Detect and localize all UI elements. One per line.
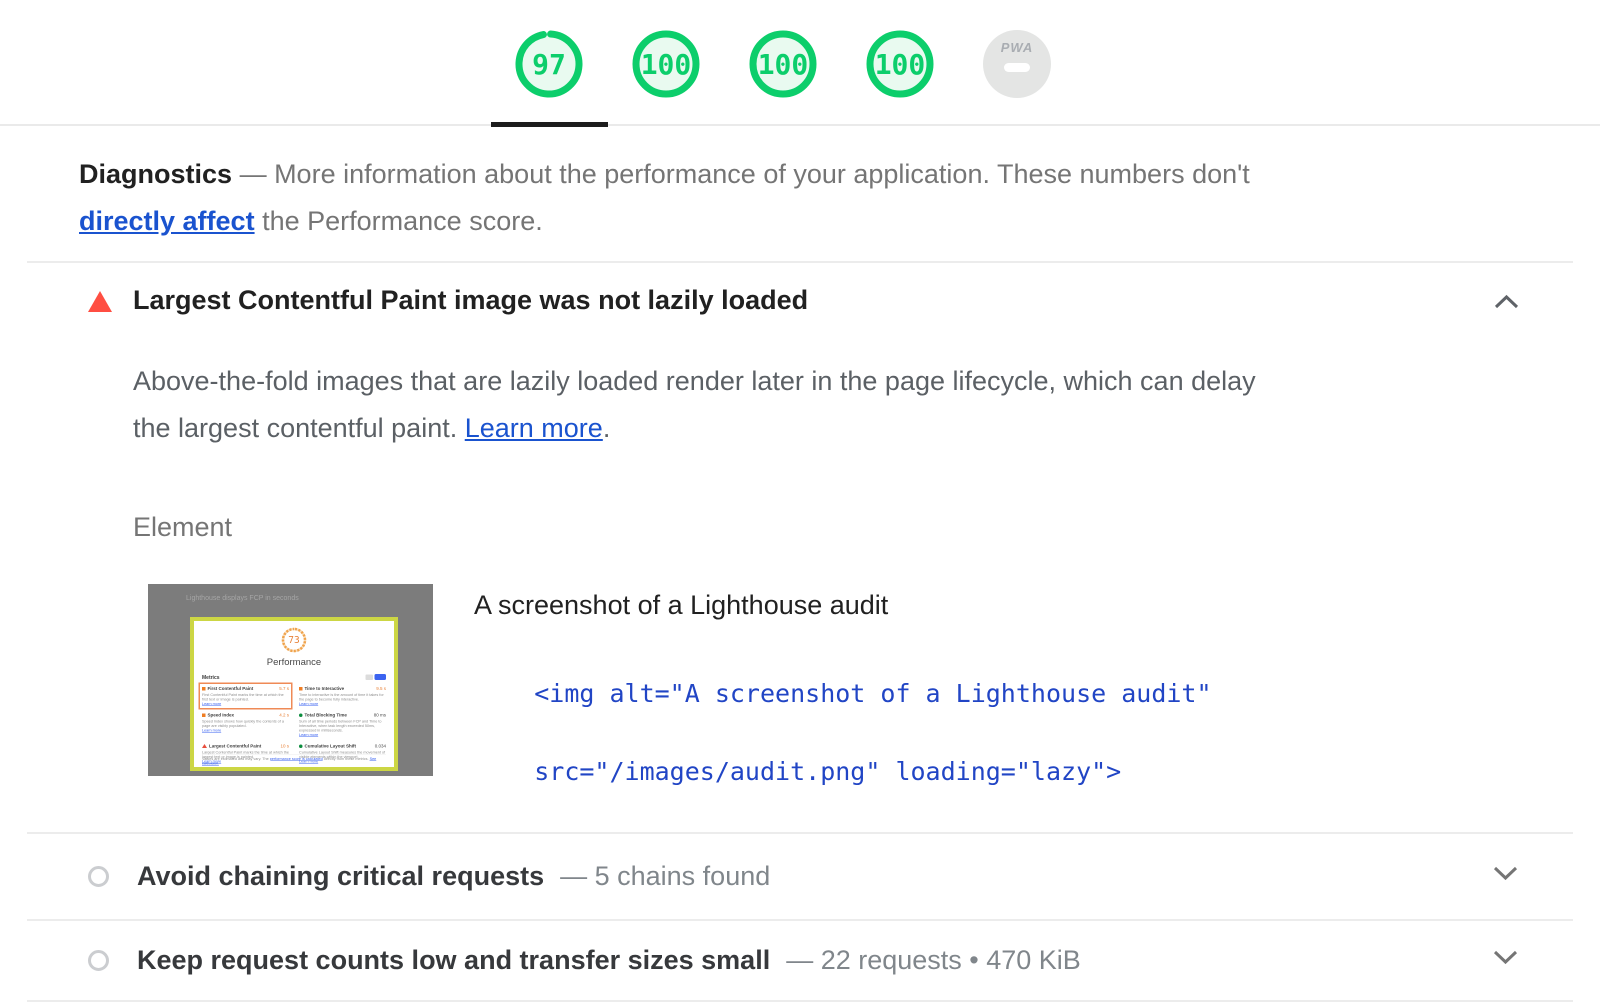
thumb-gauge: 73 — [281, 627, 307, 653]
pwa-logo-icon: PWA — [983, 40, 1051, 55]
thumb-metrics-grid: First Contentful Paint 5.7 s First Conte… — [202, 686, 386, 764]
diagnostics-text-2: the Performance score. — [262, 206, 543, 236]
element-column-header: Element — [133, 512, 232, 543]
thumb-metrics-label: Metrics — [202, 675, 220, 681]
gauge-best-practices-value: 100 — [749, 30, 817, 98]
thumb-metric-tbt: Total Blocking Time 80 ms Sum of all tim… — [299, 713, 386, 738]
directly-affect-link[interactable]: directly affect — [79, 206, 255, 236]
gauge-accessibility[interactable]: 100 — [632, 30, 700, 98]
green-circle-icon — [299, 713, 303, 717]
thumb-metric-speed-index: Speed Index 4.2 s Speed Index shows how … — [202, 713, 289, 738]
thumb-lighthouse-card: 73 Performance Metrics First Contentful … — [190, 617, 398, 771]
lcp-audit-title: Largest Contentful Paint image was not l… — [133, 285, 808, 316]
orange-square-icon — [202, 713, 206, 717]
gauge-seo-value: 100 — [866, 30, 934, 98]
gauge-performance[interactable]: 97 — [515, 30, 583, 98]
score-gauges-row: 97 100 100 100 PWA — [515, 30, 1051, 98]
diagnostics-title: Diagnostics — [79, 159, 232, 189]
learn-more-link[interactable]: Learn more — [465, 413, 603, 443]
lighthouse-report-page: 97 100 100 100 PWA — [0, 0, 1600, 1004]
thumb-learn-more-link: Learn more — [202, 702, 221, 707]
thumb-learn-more-link: Learn more — [202, 728, 221, 733]
gauge-performance-value: 97 — [515, 30, 583, 98]
diagnostics-text-1: — More information about the performance… — [240, 159, 1250, 189]
audit-row-detail: — 22 requests • 470 KiB — [786, 945, 1081, 976]
thumb-caption: Lighthouse displays FCP in seconds — [186, 595, 299, 602]
element-thumbnail-image: Lighthouse displays FCP in seconds 73 Pe… — [148, 584, 433, 776]
header-divider — [0, 124, 1600, 126]
audit-divider — [27, 1000, 1573, 1002]
period: . — [603, 413, 611, 443]
audit-row-title: Avoid chaining critical requests — [137, 861, 544, 892]
audit-row-detail: — 5 chains found — [560, 861, 770, 892]
thumb-learn-more-link: Learn more — [299, 733, 318, 738]
warning-triangle-icon — [88, 291, 112, 312]
pwa-badge[interactable]: PWA — [983, 30, 1051, 98]
active-tab-indicator — [491, 122, 608, 127]
thumb-toggle — [366, 674, 387, 680]
thumb-score: 73 — [281, 627, 307, 653]
thumb-metric-tti: Time to Interactive 9.5 s Time to intera… — [299, 686, 386, 706]
gauge-best-practices[interactable]: 100 — [749, 30, 817, 98]
neutral-score-circle-icon — [88, 866, 109, 887]
element-code-snippet: <img alt="A screenshot of a Lighthouse a… — [474, 635, 1212, 830]
pwa-dash-icon — [1004, 63, 1030, 72]
lcp-audit-description: Above-the-fold images that are lazily lo… — [133, 358, 1463, 452]
orange-square-icon — [299, 687, 303, 691]
red-triangle-icon — [202, 744, 207, 748]
diagnostics-intro: Diagnostics — More information about the… — [79, 151, 1469, 245]
green-circle-icon — [299, 744, 303, 748]
gauge-seo[interactable]: 100 — [866, 30, 934, 98]
element-alt-text: A screenshot of a Lighthouse audit — [474, 590, 888, 621]
expand-chevron-down-icon[interactable] — [1493, 866, 1518, 886]
thumb-category-label: Performance — [194, 657, 394, 668]
audit-divider — [27, 261, 1573, 263]
lcp-desc-line2: the largest contentful paint. — [133, 413, 457, 443]
thumb-footer: Values are estimated and may vary. The p… — [202, 754, 386, 766]
thumb-learn-more-link: Learn more — [299, 702, 318, 707]
orange-square-icon — [202, 687, 206, 691]
audit-row-critical-requests[interactable]: Avoid chaining critical requests — 5 cha… — [0, 833, 1600, 919]
expand-chevron-down-icon[interactable] — [1493, 950, 1518, 970]
audit-row-request-counts[interactable]: Keep request counts low and transfer siz… — [0, 920, 1600, 1000]
code-line-1: <img alt="A screenshot of a Lighthouse a… — [534, 679, 1211, 708]
code-line-2: src="/images/audit.png" loading="lazy"> — [534, 757, 1121, 786]
audit-row-title: Keep request counts low and transfer siz… — [137, 945, 770, 976]
collapse-chevron-up-icon[interactable] — [1494, 294, 1519, 314]
lcp-desc-line1: Above-the-fold images that are lazily lo… — [133, 366, 1256, 396]
neutral-score-circle-icon — [88, 950, 109, 971]
gauge-accessibility-value: 100 — [632, 30, 700, 98]
thumb-metric-fcp: First Contentful Paint 5.7 s First Conte… — [202, 686, 289, 706]
